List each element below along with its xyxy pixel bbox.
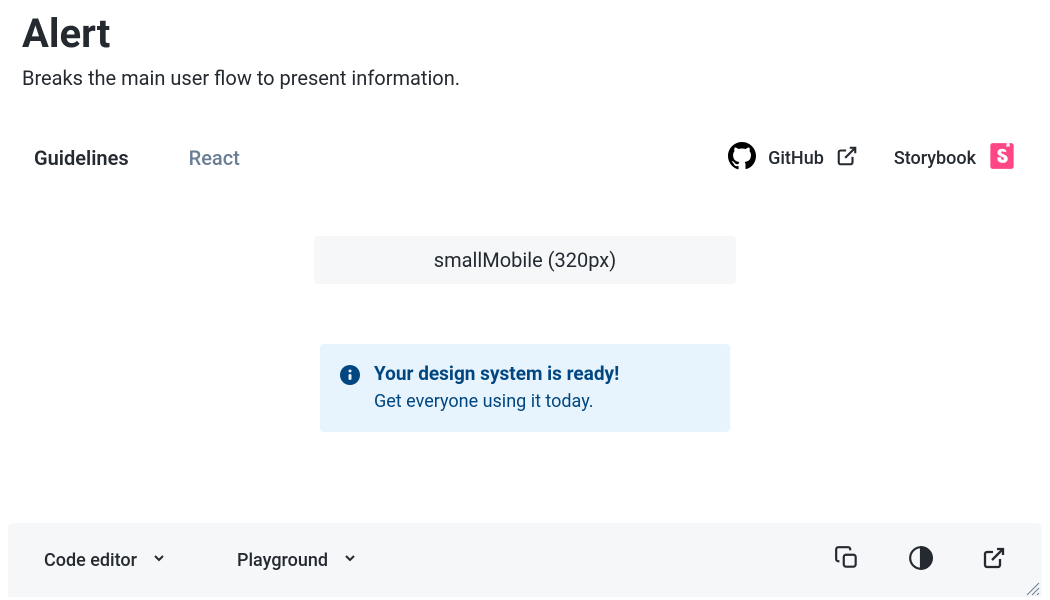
page-title: Alert (22, 10, 1028, 58)
external-icon[interactable] (982, 546, 1006, 574)
bottom-right (834, 545, 1006, 575)
playground-label: Playground (237, 550, 328, 571)
contrast-icon[interactable] (908, 545, 934, 575)
alert-content: Your design system is ready! Get everyon… (374, 362, 704, 412)
playground-toggle[interactable]: Playground (237, 550, 358, 571)
info-icon (340, 362, 360, 412)
nav-right: GitHub Storybook (728, 142, 1016, 175)
tab-react[interactable]: React (189, 140, 240, 176)
bottom-left: Code editor Playground (44, 550, 358, 571)
alert-title: Your design system is ready! (374, 362, 704, 385)
nav-row: Guidelines React GitHub (22, 140, 1028, 176)
nav-left: Guidelines React (34, 140, 240, 176)
resize-handle-icon[interactable] (1026, 581, 1040, 595)
storybook-link[interactable]: Storybook (894, 142, 1016, 175)
storybook-icon (988, 142, 1016, 175)
chevron-down-icon (151, 550, 167, 571)
code-editor-toggle[interactable]: Code editor (44, 550, 167, 571)
github-link[interactable]: GitHub (728, 142, 858, 175)
storybook-label: Storybook (894, 148, 976, 169)
tab-guidelines[interactable]: Guidelines (34, 140, 129, 176)
chevron-down-icon (342, 550, 358, 571)
page-description: Breaks the main user flow to present inf… (22, 66, 1028, 90)
preview-section: smallMobile (320px) Your design system i… (22, 236, 1028, 432)
copy-icon[interactable] (834, 545, 860, 575)
github-label: GitHub (768, 148, 824, 169)
alert-text: Get everyone using it today. (374, 391, 704, 412)
alert-component: Your design system is ready! Get everyon… (320, 344, 730, 432)
code-editor-label: Code editor (44, 550, 137, 571)
external-link-icon (836, 145, 858, 172)
bottom-bar: Code editor Playground (8, 523, 1042, 597)
github-icon (728, 142, 756, 175)
viewport-selector[interactable]: smallMobile (320px) (314, 236, 736, 284)
